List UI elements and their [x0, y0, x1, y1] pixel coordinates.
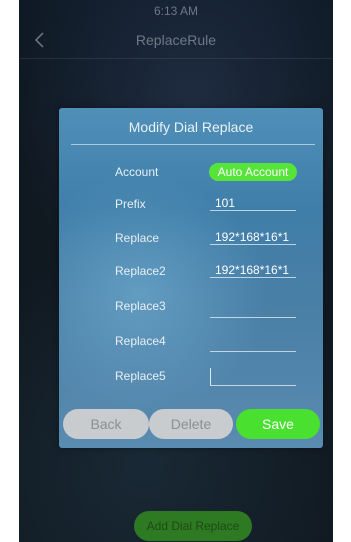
add-dial-replace-button[interactable]: Add Dial Replace: [134, 511, 252, 541]
replace5-label: Replace5: [115, 369, 166, 383]
replace3-input[interactable]: [210, 302, 296, 318]
dialog-title: Modify Dial Replace: [128, 119, 254, 135]
nav-bar: ReplaceRule: [19, 22, 333, 59]
account-select[interactable]: Auto Account: [209, 163, 297, 181]
status-bar: 6:13 AM: [19, 0, 333, 22]
back-button[interactable]: Back: [63, 409, 149, 439]
save-button[interactable]: Save: [236, 409, 320, 439]
replace-input[interactable]: 192*168*16*1: [210, 229, 296, 245]
phone-screen: 6:13 AM ReplaceRule Modify Dial Replace …: [19, 0, 333, 542]
account-label: Account: [115, 165, 159, 179]
prefix-label: Prefix: [115, 197, 146, 211]
replace4-input[interactable]: [210, 336, 296, 352]
prefix-input[interactable]: 101: [210, 195, 296, 211]
dialog-divider: [71, 144, 315, 145]
replace2-label: Replace2: [115, 264, 166, 278]
replace-label: Replace: [115, 231, 160, 245]
replace2-input[interactable]: 192*168*16*1: [210, 262, 296, 278]
replace5-input[interactable]: [210, 368, 296, 386]
status-time: 6:13 AM: [153, 4, 199, 18]
replace3-label: Replace3: [115, 299, 166, 313]
replace4-label: Replace4: [115, 334, 166, 348]
modify-dial-replace-dialog: Modify Dial Replace Account Auto Account…: [59, 108, 323, 448]
page-title: ReplaceRule: [135, 32, 217, 48]
delete-button[interactable]: Delete: [149, 409, 233, 439]
